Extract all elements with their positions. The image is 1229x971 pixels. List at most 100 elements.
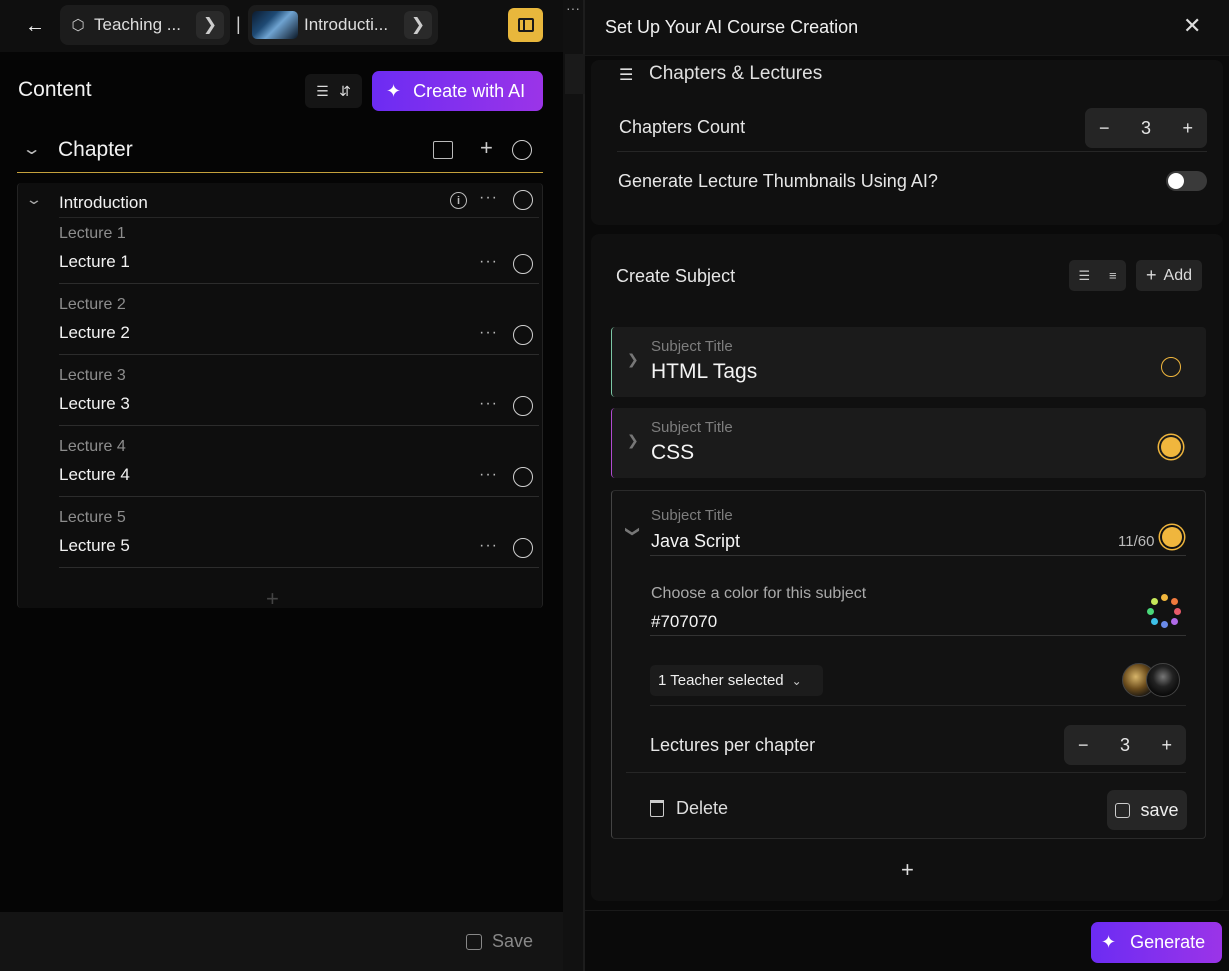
teacher-select-dropdown[interactable]: 1 Teacher selected ⌄: [650, 665, 823, 696]
lecture-placeholder: Lecture 1: [59, 225, 126, 242]
color-value-input[interactable]: #707070: [651, 612, 717, 632]
sparkles-icon: ✦: [386, 80, 402, 101]
save-label: Save: [492, 931, 534, 951]
thumbnails-label: Generate Lecture Thumbnails Using AI?: [618, 171, 938, 191]
chevron-right-icon[interactable]: ❯: [627, 432, 639, 449]
lectures-per-chapter-value: 3: [1119, 734, 1130, 755]
modal-title: Set Up Your AI Course Creation: [605, 17, 859, 37]
create-subject-title: Create Subject: [616, 266, 736, 286]
chapters-count-label: Chapters Count: [619, 117, 746, 137]
panel-resize-handle[interactable]: ···: [563, 0, 585, 971]
more-options-icon[interactable]: ···: [479, 537, 498, 555]
add-lecture-icon[interactable]: +: [266, 586, 279, 612]
breadcrumb-chapter[interactable]: Introducti... ❯: [248, 5, 438, 45]
outline-list-icon[interactable]: ☰: [1078, 268, 1090, 284]
divider: [617, 151, 1207, 152]
create-with-ai-button[interactable]: ✦ Create with AI: [372, 71, 543, 111]
subject-title[interactable]: CSS: [651, 441, 694, 465]
lecture-item[interactable]: Lecture 3 Lecture 3 ···: [59, 355, 539, 426]
subject-title[interactable]: HTML Tags: [651, 360, 757, 384]
save-button[interactable]: Save: [466, 931, 533, 952]
lecture-item[interactable]: Lecture 5 Lecture 5 ···: [59, 497, 539, 568]
plus-icon: +: [1146, 265, 1157, 285]
more-options-icon[interactable]: ···: [479, 395, 498, 413]
section-header-introduction[interactable]: ⌄ Introduction i ···: [18, 183, 538, 217]
outline-view-button[interactable]: ☰ ⇵: [305, 74, 362, 108]
chapters-lectures-card: ☰ Chapters & Lectures Chapters Count − 3…: [591, 60, 1223, 225]
lectures-per-chapter-stepper[interactable]: − 3 +: [1064, 725, 1186, 765]
status-circle-icon[interactable]: [513, 538, 533, 558]
color-picker-icon[interactable]: [1147, 594, 1181, 628]
add-subject-button[interactable]: + Add: [1136, 260, 1202, 291]
sort-icon: ⇵: [339, 82, 351, 99]
info-icon[interactable]: i: [450, 192, 467, 209]
lecture-title[interactable]: Lecture 4: [59, 465, 130, 485]
breadcrumb-course[interactable]: ⬡ Teaching ... ❯: [60, 5, 230, 45]
status-circle-icon[interactable]: [513, 467, 533, 487]
save-icon: [466, 933, 482, 950]
subject-item[interactable]: ❯ Subject Title CSS: [611, 408, 1206, 478]
more-options-icon[interactable]: ···: [479, 466, 498, 484]
save-icon: [1115, 802, 1131, 818]
more-options-icon[interactable]: ···: [479, 324, 498, 342]
view-toggle-group[interactable]: ☰ ≡: [1069, 260, 1126, 291]
close-icon[interactable]: ✕: [1183, 13, 1201, 39]
hexagon-icon: ⬡: [71, 17, 85, 34]
lecture-placeholder: Lecture 2: [59, 296, 126, 313]
add-subject-icon[interactable]: +: [901, 857, 914, 883]
chevron-right-icon[interactable]: ❯: [404, 11, 432, 39]
generate-button[interactable]: ✦ Generate: [1091, 922, 1222, 963]
status-circle-icon[interactable]: [513, 190, 533, 210]
chapters-count-stepper[interactable]: − 3 +: [1085, 108, 1207, 148]
lecture-title[interactable]: Lecture 2: [59, 323, 130, 343]
lecture-title[interactable]: Lecture 1: [59, 252, 130, 272]
delete-label: Delete: [676, 798, 729, 818]
lecture-placeholder: Lecture 4: [59, 438, 126, 455]
status-circle-icon[interactable]: [512, 140, 532, 160]
divider: [650, 705, 1186, 706]
panel-toggle-button[interactable]: [508, 8, 543, 42]
lecture-item[interactable]: Lecture 2 Lecture 2 ···: [59, 284, 539, 355]
minus-icon[interactable]: −: [1099, 118, 1110, 139]
lecture-item[interactable]: Lecture 1 Lecture 1 ···: [59, 213, 539, 284]
subject-item[interactable]: ❯ Subject Title HTML Tags: [611, 327, 1206, 397]
bullet-list-icon[interactable]: ≡: [1109, 268, 1117, 283]
subject-title-label: Subject Title: [651, 338, 733, 355]
presentation-icon[interactable]: [433, 141, 453, 159]
save-subject-button[interactable]: save: [1107, 790, 1187, 830]
chevron-right-icon[interactable]: ❯: [196, 11, 224, 39]
subject-item-expanded: ❯ Subject Title Java Script 11/60 Choose…: [611, 490, 1206, 839]
teacher-avatars: [1122, 663, 1182, 699]
back-arrow-icon[interactable]: ←: [22, 13, 48, 39]
ai-course-setup-modal: Set Up Your AI Course Creation ✕ ☰ Chapt…: [585, 0, 1229, 971]
lecture-title[interactable]: Lecture 5: [59, 536, 130, 556]
minus-icon[interactable]: −: [1078, 735, 1089, 756]
chevron-down-icon[interactable]: ⌄: [22, 139, 42, 159]
status-circle-icon[interactable]: [513, 396, 533, 416]
more-options-icon[interactable]: ···: [479, 189, 498, 207]
divider: [626, 772, 1186, 773]
chevron-right-icon[interactable]: ❯: [627, 351, 639, 368]
add-icon[interactable]: +: [480, 135, 493, 161]
chevron-down-icon[interactable]: ⌄: [25, 191, 43, 208]
plus-icon[interactable]: +: [1182, 118, 1193, 139]
thumbnails-toggle[interactable]: [1166, 171, 1207, 191]
chevron-down-icon[interactable]: ❯: [624, 526, 641, 538]
more-options-icon[interactable]: ···: [479, 253, 498, 271]
subject-title-input[interactable]: Java Script: [651, 531, 740, 552]
breadcrumb-course-label: Teaching ...: [94, 15, 181, 34]
left-footer: Save: [0, 912, 563, 971]
generate-label: Generate: [1130, 932, 1206, 952]
status-circle-icon[interactable]: [513, 254, 533, 274]
divider: [59, 567, 539, 568]
lecture-title[interactable]: Lecture 3: [59, 394, 130, 414]
chapter-header[interactable]: ⌄ Chapter +: [17, 131, 543, 173]
plus-icon[interactable]: +: [1161, 735, 1172, 756]
status-dot-icon: [1162, 527, 1182, 547]
chapters-count-value: 3: [1140, 117, 1151, 138]
sidebar-icon: [517, 18, 534, 32]
delete-subject-button[interactable]: Delete: [650, 798, 728, 819]
outline-icon: ☰: [316, 82, 329, 99]
status-circle-icon[interactable]: [513, 325, 533, 345]
lecture-item[interactable]: Lecture 4 Lecture 4 ···: [59, 426, 539, 497]
